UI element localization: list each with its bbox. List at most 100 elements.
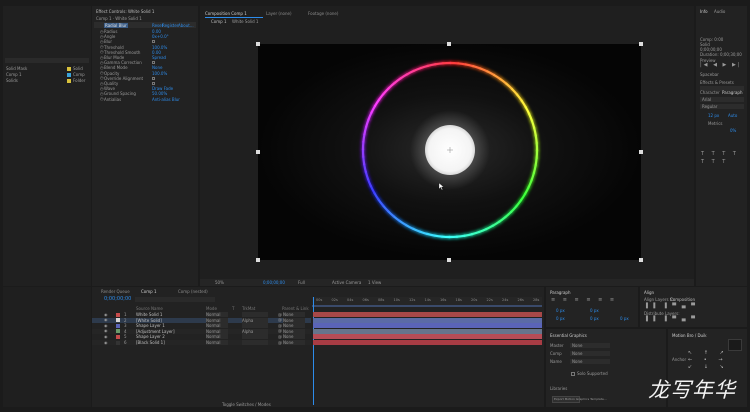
pickwhip-icon[interactable]: @ [278,317,282,322]
layer-label-color[interactable] [116,340,120,345]
layer-label-color[interactable] [116,329,120,334]
selection-handle[interactable] [256,258,260,262]
timeline-column-header[interactable]: TrkMat [242,306,255,311]
pickwhip-icon[interactable]: @ [278,328,282,333]
layer-label-color[interactable] [116,312,120,317]
pickwhip-icon[interactable]: @ [278,312,282,317]
timeline-column-header[interactable]: Parent & Link [282,306,309,311]
layer-mode-select[interactable]: Normal [206,317,228,323]
composition-canvas[interactable] [258,44,641,260]
effect-param-checkbox[interactable] [152,40,155,44]
layer-name[interactable]: [White Solid] [136,318,162,323]
selection-handle[interactable] [447,258,451,262]
viewer-breadcrumb-layer[interactable]: White Solid 1 [232,19,258,24]
align-buttons-icon[interactable]: ▐ ▌ ▐ ▀ ▄ ▀ [644,304,697,309]
layer-name[interactable]: [Black Solid 1] [136,340,165,345]
layer-trkmat-select[interactable] [242,312,268,317]
pickwhip-icon[interactable]: @ [278,323,282,328]
layer-mode-select[interactable]: Normal [206,312,228,317]
project-item-name[interactable]: Solids [6,78,18,83]
timeline-timecode[interactable]: 0;00;00;00 [104,297,131,302]
layer-parent-select[interactable]: None [283,312,305,317]
eye-icon[interactable]: ◉ [104,340,108,345]
timeline-column-header[interactable]: T [232,306,234,311]
timeline-tab[interactable]: Comp 1 [141,289,157,294]
selection-handle[interactable] [639,42,643,46]
layer-duration-bar[interactable] [313,328,542,334]
layer-parent-select[interactable]: None [283,334,305,340]
layer-trkmat-select[interactable] [242,323,268,329]
selection-handle[interactable] [447,42,451,46]
eye-icon[interactable]: ◉ [104,312,108,317]
viewer-resolution-select[interactable]: Full [298,280,305,285]
paragraph-space-2[interactable]: 0 px [620,316,629,321]
layer-name[interactable]: Shape Layer 1 [136,323,165,328]
layer-parent-select[interactable]: None [283,340,305,345]
audio-tab[interactable]: Audio [714,9,725,14]
layer-label-color[interactable] [116,323,120,328]
distribute-buttons-icon[interactable]: ▐ ▌ ▐ ▀ ▄ ▀ [644,317,697,322]
leading-value[interactable]: Auto [728,113,737,118]
font-size-value[interactable]: 12 px [708,113,719,118]
layer-label-color[interactable] [116,318,120,323]
effect-param-checkbox[interactable] [152,60,155,64]
paragraph-tab[interactable]: Paragraph [722,90,743,95]
layer-mode-select[interactable]: Normal [206,340,228,345]
selection-handle[interactable] [256,150,260,154]
layer-trkmat-select[interactable] [242,340,268,345]
pickwhip-icon[interactable]: @ [278,340,282,345]
effect-param-value[interactable]: 0x+0.0° [152,34,169,39]
preview-transport-icon[interactable]: |◀ ◀ ▶ ▶| [700,63,742,68]
text-style-buttons-icon-2[interactable]: T T T [701,160,728,165]
selection-handle[interactable] [639,150,643,154]
layer-duration-bar[interactable] [313,334,542,340]
timeline-footer-toggle[interactable]: Toggle Switches / Modes [222,402,271,407]
info-tab[interactable]: Info [700,9,708,14]
viewer-camera-select[interactable]: Active Camera [332,280,361,285]
align-to-select[interactable]: Composition [670,297,695,302]
paragraph-align-icons[interactable]: ≡ ≡ ≡ ≡ ≡ ≡ [551,298,617,303]
layer-trkmat-select[interactable]: Alpha [242,328,268,334]
paragraph-indent-1[interactable]: 0 px [556,308,565,313]
layer-duration-bar[interactable] [313,317,542,323]
effect-param-value[interactable]: Anti-alias Blur [152,97,180,102]
effect-param-value[interactable]: 100.0% [152,71,167,76]
shortcut-value[interactable]: Spacebar [700,72,719,77]
project-item-name[interactable]: Solid Mask [6,66,27,71]
timeline-search-input[interactable] [135,297,215,302]
viewer-zoom-select[interactable]: 50% [215,280,224,285]
layer-duration-bar[interactable] [313,340,542,345]
layer-label-color[interactable] [116,334,120,339]
layer-mode-select[interactable]: Normal [206,323,228,329]
layer-name[interactable]: [Adjustment Layer] [136,329,175,334]
layer-parent-select[interactable]: None [283,328,305,334]
viewer-views-select[interactable]: 1 View [368,280,381,285]
kerning-value[interactable]: Metrics [708,121,723,126]
layer-mode-select[interactable]: Normal [206,328,228,334]
layer-parent-select[interactable]: None [283,323,305,329]
timeline-column-header[interactable]: Mode [206,306,217,311]
viewer-timecode[interactable]: 0;00;00;00 [263,280,285,285]
layer-trkmat-select[interactable]: Alpha [242,317,268,323]
timeline-tab[interactable]: Render Queue [101,289,130,294]
tracking-value[interactable]: 0% [730,128,736,133]
viewer-tab[interactable]: Footage (none) [308,11,338,16]
selection-handle[interactable] [256,42,260,46]
pickwhip-icon[interactable]: @ [278,334,282,339]
eye-icon[interactable]: ◉ [104,317,108,322]
selection-handle[interactable] [639,258,643,262]
layer-name[interactable]: White Solid 1 [136,312,162,317]
paragraph-indent-2[interactable]: 0 px [590,308,599,313]
effect-param-checkbox[interactable] [152,76,155,80]
paragraph-space-1[interactable]: 0 px [590,316,599,321]
layer-mode-select[interactable]: Normal [206,334,228,340]
layer-duration-bar[interactable] [313,323,542,329]
effect-about-link[interactable]: About... [178,23,194,28]
project-item-name[interactable]: Comp 1 [6,72,22,77]
viewer-tab[interactable]: Composition Comp 1 [205,11,247,16]
timeline-tab[interactable]: Comp (nested) [178,289,208,294]
viewer-breadcrumb-comp[interactable]: Comp 1 [211,19,227,24]
layer-duration-bar[interactable] [313,312,542,317]
layer-name[interactable]: Shape Layer 2 [136,334,165,339]
project-search-field[interactable] [5,58,89,63]
